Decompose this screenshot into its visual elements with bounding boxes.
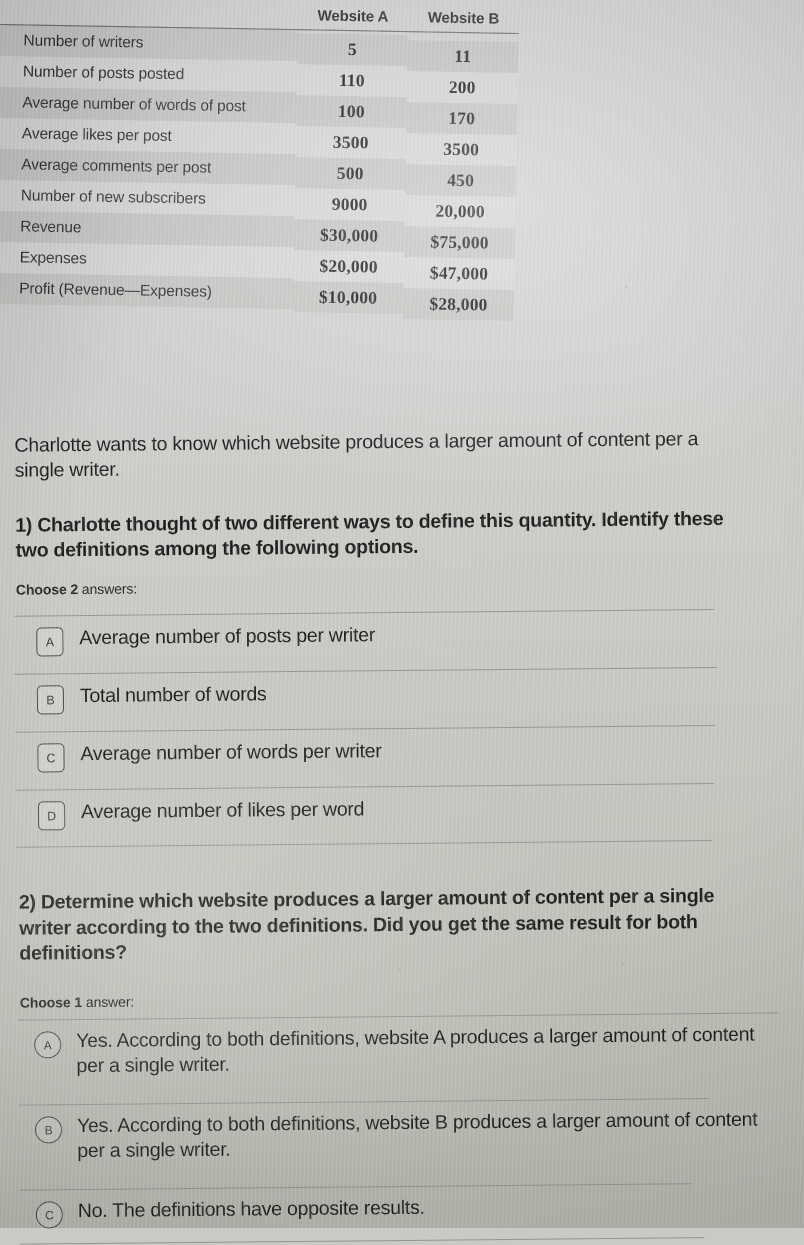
option-row-c[interactable]: C Average number of words per writer — [1, 724, 804, 790]
radio-a[interactable]: A — [34, 1031, 62, 1059]
cell-website-a: 3500 — [295, 126, 407, 160]
row-label: Average comments per post — [0, 148, 296, 186]
question-1-prompt: 1) Charlotte thought of two different wa… — [15, 507, 724, 562]
intro-paragraph: Charlotte wants to know which website pr… — [14, 428, 699, 482]
checkbox-b[interactable]: B — [36, 685, 65, 715]
question-1-instruction-bold: Choose 2 — [15, 581, 79, 598]
option-label-d: Average number of likes per word — [80, 798, 365, 824]
question-2-prompt: 2) Determine which website produces a la… — [18, 884, 715, 965]
option-row-a[interactable]: A Yes. According to both definitions, we… — [4, 1012, 804, 1105]
cell-website-a: $20,000 — [293, 250, 404, 284]
checkbox-c[interactable]: C — [37, 743, 65, 773]
cell-website-a: $10,000 — [292, 281, 404, 315]
question-1-instruction: Choose 2 answers: — [16, 581, 137, 598]
option-row-c[interactable]: C No. The definitions have opposite resu… — [6, 1182, 804, 1245]
question-1-option-list: A Average number of posts per writer B T… — [0, 608, 804, 848]
cell-website-b: 11 — [407, 39, 519, 74]
row-label: Number of writers — [0, 24, 298, 62]
option-label-c: No. The definitions have opposite result… — [77, 1196, 425, 1223]
option-label-a: Average number of posts per writer — [79, 624, 376, 650]
cell-website-b: 450 — [404, 164, 517, 198]
cell-website-b: 3500 — [405, 133, 517, 167]
cell-website-a: 9000 — [294, 188, 405, 222]
worksheet-stage: Website A Website B Number of writers 5 … — [0, 0, 804, 1245]
option-row-b[interactable]: B Total number of words — [1, 666, 804, 732]
row-label: Expenses — [0, 241, 294, 279]
option-row-d[interactable]: D Average number of likes per word — [2, 782, 804, 848]
table-body: Number of writers 5 11 Number of posts p… — [0, 24, 519, 321]
option-row-a[interactable]: A Average number of posts per writer — [0, 608, 804, 674]
cell-website-b: $75,000 — [403, 226, 516, 259]
row-label: Revenue — [0, 210, 295, 248]
row-label: Average number of words of post — [0, 86, 297, 124]
question-1-instruction-light: answers: — [78, 580, 138, 598]
option-label-c: Average number of words per writer — [80, 740, 382, 766]
option-row-b[interactable]: B Yes. According to both definitions, we… — [5, 1097, 804, 1190]
cell-website-b: 20,000 — [404, 195, 516, 228]
option-label-b: Total number of words — [79, 683, 267, 708]
question-2-instruction-bold: Choose 1 — [19, 994, 83, 1011]
row-label: Number of posts posted — [0, 55, 298, 93]
question-2-instruction: Choose 1 answer: — [20, 994, 134, 1011]
radio-b[interactable]: B — [34, 1116, 63, 1144]
option-divider — [20, 1236, 705, 1245]
question-2-instruction-light: answer: — [81, 993, 135, 1011]
column-header-website-b: Website B — [407, 7, 520, 34]
cell-website-a: 110 — [296, 64, 408, 98]
cell-website-b: $28,000 — [402, 288, 515, 321]
cell-website-b: 170 — [405, 102, 518, 136]
cell-website-a: $30,000 — [293, 219, 405, 253]
cell-website-a: 100 — [296, 95, 407, 129]
question-2-option-list: A Yes. According to both definitions, we… — [4, 1012, 804, 1245]
radio-c[interactable]: C — [35, 1201, 64, 1229]
option-label-a: Yes. According to both definitions, webs… — [76, 1023, 755, 1078]
comparison-table-container: Website A Website B Number of writers 5 … — [0, 0, 534, 321]
cell-website-b: 200 — [406, 71, 519, 105]
checkbox-d[interactable]: D — [37, 801, 66, 831]
option-label-b: Yes. According to both definitions, webs… — [76, 1108, 758, 1163]
column-header-website-a: Website A — [297, 5, 409, 32]
cell-website-b: $47,000 — [403, 257, 515, 290]
row-label: Number of new subscribers — [0, 179, 296, 217]
website-comparison-table: Website A Website B Number of writers 5 … — [0, 0, 520, 321]
cell-website-a: 5 — [297, 32, 408, 67]
option-divider — [16, 839, 713, 848]
row-label: Average likes per post — [0, 117, 297, 155]
checkbox-a[interactable]: A — [36, 627, 64, 657]
cell-website-a: 500 — [294, 157, 406, 191]
row-label: Profit (Revenue—Expenses) — [0, 272, 294, 310]
